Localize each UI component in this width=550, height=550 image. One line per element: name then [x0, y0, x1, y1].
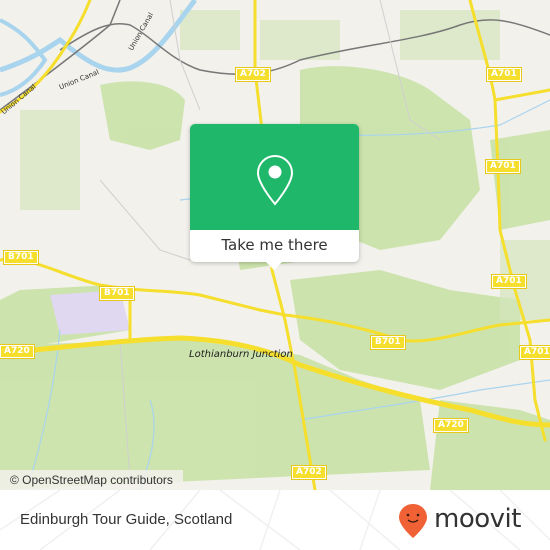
road-label: A702 — [235, 67, 271, 82]
park-area — [100, 81, 185, 150]
moovit-pin-icon — [399, 504, 427, 538]
place-label: Lothianburn Junction — [189, 349, 293, 360]
minor-road — [99, 179, 191, 261]
moovit-wordmark: moovit — [434, 504, 521, 534]
road-label: B701 — [370, 335, 406, 350]
road-a701 — [493, 88, 550, 102]
urban-area — [180, 10, 240, 50]
location-popup: Take me there — [190, 124, 359, 270]
road-label: B701 — [3, 250, 39, 265]
map-attribution[interactable]: © OpenStreetMap contributors — [0, 470, 183, 490]
place-title: Edinburgh Tour Guide, Scotland — [20, 511, 233, 528]
popup-pointer — [266, 262, 282, 270]
popup-header — [190, 124, 359, 230]
urban-area — [20, 110, 80, 210]
road-label: A701 — [519, 345, 550, 360]
road-label: A702 — [291, 465, 327, 480]
road-label: B701 — [99, 286, 135, 301]
road-label: A701 — [485, 159, 521, 174]
map-pin-icon — [256, 154, 294, 206]
road-label: A701 — [491, 274, 527, 289]
road-label: A720 — [433, 418, 469, 433]
map[interactable]: A702 A701 A701 B701 B701 B701 A701 A720 … — [0, 0, 550, 490]
road-a70 — [0, 0, 92, 114]
footer: Edinburgh Tour Guide, Scotland moovit — [0, 490, 550, 550]
take-me-there-button[interactable]: Take me there — [190, 230, 359, 262]
road-label: A720 — [0, 344, 35, 359]
road-label: A701 — [486, 67, 522, 82]
